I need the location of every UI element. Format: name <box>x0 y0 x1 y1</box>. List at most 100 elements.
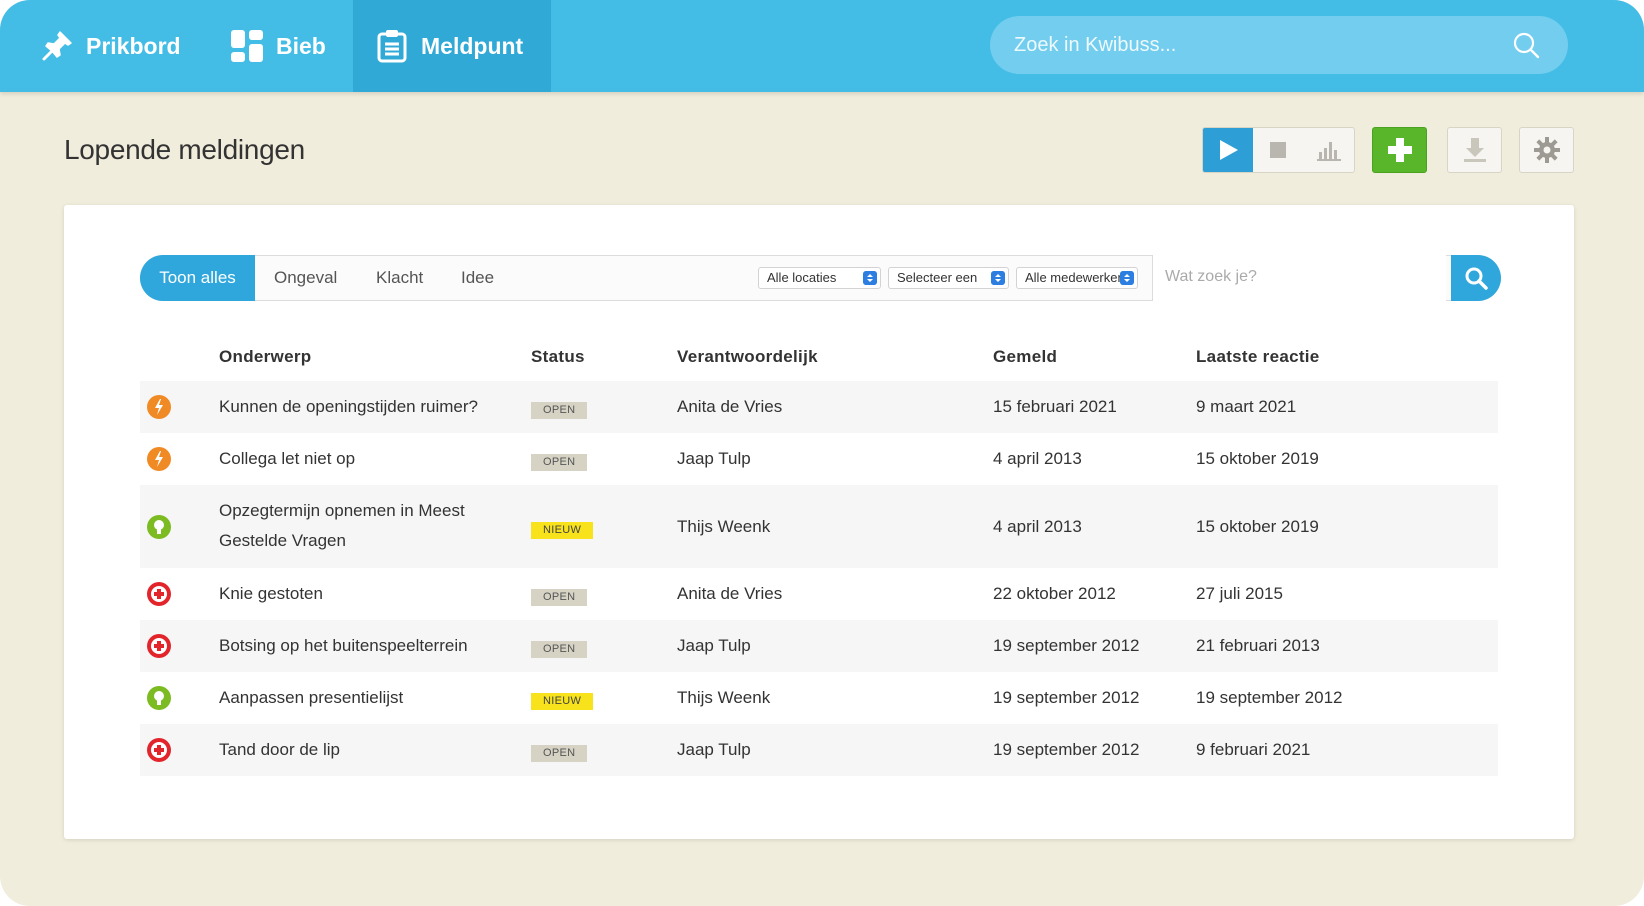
filter-search <box>1152 255 1446 301</box>
row-reported-date: 4 april 2013 <box>993 449 1082 468</box>
row-subject[interactable]: Tand door de lip <box>219 735 509 765</box>
row-responsible: Jaap Tulp <box>677 636 751 655</box>
row-subject[interactable]: Opzegtermijn opnemen in Meest Gestelde V… <box>219 496 509 556</box>
table-row[interactable]: Botsing op het buitenspeelterrein OPEN Jaa… <box>140 620 1498 672</box>
status-badge-cell: OPEN <box>531 741 588 762</box>
accident-cross-icon <box>146 737 172 763</box>
search-icon <box>1465 267 1488 290</box>
status-badge-cell: NIEUW <box>531 518 594 539</box>
status-badge: NIEUW <box>531 521 594 539</box>
top-navigation-bar: Prikbord Bieb Meldpunt <box>0 0 1644 92</box>
accident-cross-icon <box>146 633 172 659</box>
app-frame: Prikbord Bieb Meldpunt Zoek in Kwibuss..… <box>0 0 1644 906</box>
filter-bar: Toon alles Ongeval Klacht Idee Alle loca… <box>140 255 1501 301</box>
download-icon <box>1463 138 1486 162</box>
row-reported-date: 4 april 2013 <box>993 516 1082 536</box>
status-badge-cell: OPEN <box>531 450 588 471</box>
download-button[interactable] <box>1447 127 1502 173</box>
table-row[interactable]: Tand door de lip OPEN Jaap Tulp 19 septembe… <box>140 724 1498 776</box>
location-select[interactable]: Alle locaties <box>758 267 881 289</box>
settings-button[interactable] <box>1519 127 1574 173</box>
nav-label-bieb: Bieb <box>276 32 326 59</box>
row-subject[interactable]: Collega let niet op <box>219 444 509 474</box>
complaint-icon <box>146 394 172 420</box>
play-icon <box>1220 140 1239 160</box>
column-header-status[interactable]: Status <box>531 347 585 367</box>
grid-icon <box>231 30 263 62</box>
status-badge-cell: OPEN <box>531 398 588 419</box>
reports-card: Toon alles Ongeval Klacht Idee Alle loca… <box>64 205 1574 839</box>
table-row[interactable]: Collega let niet op OPEN Jaap Tulp 4 april … <box>140 433 1498 485</box>
status-badge: OPEN <box>531 641 588 658</box>
bar-chart-icon <box>1316 142 1341 161</box>
complaint-icon <box>146 446 172 472</box>
status-badge-cell: OPEN <box>531 637 588 658</box>
row-last-reaction: 9 februari 2021 <box>1196 740 1311 759</box>
type-select[interactable]: Selecteer een <box>888 267 1009 289</box>
table-header: Onderwerp Status Verantwoordelijk Gemeld… <box>140 335 1498 381</box>
row-last-reaction: 21 februari 2013 <box>1196 636 1320 655</box>
search-icon[interactable] <box>1512 31 1540 59</box>
table-row[interactable]: Aanpassen presentielijst NIEUW Thijs Weenk… <box>140 672 1498 724</box>
row-subject[interactable]: Kunnen de openingstijden ruimer? <box>219 392 509 422</box>
row-last-reaction: 19 september 2012 <box>1196 688 1343 707</box>
tab-ongeval[interactable]: Ongeval <box>274 255 337 301</box>
row-subject[interactable]: Aanpassen presentielijst <box>219 683 509 713</box>
status-badge: OPEN <box>531 402 588 419</box>
row-last-reaction: 27 juli 2015 <box>1196 584 1283 603</box>
row-subject[interactable]: Knie gestoten <box>219 579 509 609</box>
row-subject[interactable]: Botsing op het buitenspeelterrein <box>219 631 509 661</box>
view-closed-button[interactable] <box>1253 128 1303 172</box>
global-search-input[interactable] <box>1014 16 1494 74</box>
idea-bulb-icon <box>146 685 172 711</box>
accident-cross-icon <box>146 581 172 607</box>
nav-item-bieb[interactable]: Bieb <box>230 0 350 92</box>
row-responsible: Jaap Tulp <box>677 740 751 759</box>
row-reported-date: 19 september 2012 <box>993 636 1140 655</box>
row-reported-date: 19 september 2012 <box>993 740 1140 759</box>
status-badge: OPEN <box>531 454 588 471</box>
view-active-button[interactable] <box>1203 128 1254 172</box>
row-responsible: Anita de Vries <box>677 584 783 603</box>
column-header-onderwerp[interactable]: Onderwerp <box>219 347 311 367</box>
table-row[interactable]: Kunnen de openingstijden ruimer? OPEN Anit… <box>140 381 1498 433</box>
tab-toon-alles[interactable]: Toon alles <box>140 255 255 301</box>
row-last-reaction: 15 oktober 2019 <box>1196 516 1319 536</box>
row-reported-date: 22 oktober 2012 <box>993 584 1116 603</box>
tab-klacht[interactable]: Klacht <box>376 255 423 301</box>
row-responsible: Thijs Weenk <box>677 688 771 707</box>
row-responsible: Jaap Tulp <box>677 449 751 468</box>
location-select-value: Alle locaties <box>767 270 837 285</box>
table-row[interactable]: Opzegtermijn opnemen in Meest Gestelde V… <box>140 485 1498 568</box>
clipboard-icon <box>377 30 407 63</box>
pushpin-icon <box>42 31 72 61</box>
row-reported-date: 19 september 2012 <box>993 688 1140 707</box>
status-badge-cell: NIEUW <box>531 689 594 710</box>
status-badge: OPEN <box>531 589 588 606</box>
row-responsible: Thijs Weenk <box>677 516 771 536</box>
type-select-value: Selecteer een <box>897 270 978 285</box>
status-badge-cell: OPEN <box>531 585 588 606</box>
row-responsible: Anita de Vries <box>677 397 783 416</box>
filter-search-button[interactable] <box>1451 255 1501 301</box>
tab-idee[interactable]: Idee <box>461 255 494 301</box>
nav-item-meldpunt[interactable]: Meldpunt <box>353 0 551 92</box>
filter-search-input[interactable] <box>1153 255 1446 299</box>
table-body: Kunnen de openingstijden ruimer? OPEN Anit… <box>140 381 1498 776</box>
row-reported-date: 15 februari 2021 <box>993 397 1117 416</box>
add-report-button[interactable] <box>1372 127 1427 173</box>
row-last-reaction: 9 maart 2021 <box>1196 397 1297 416</box>
select-arrows-icon <box>1120 271 1134 285</box>
row-last-reaction: 15 oktober 2019 <box>1196 449 1319 468</box>
employee-select[interactable]: Alle medewerkers <box>1016 267 1138 289</box>
column-header-verantwoordelijk[interactable]: Verantwoordelijk <box>677 347 818 367</box>
idea-bulb-icon <box>146 514 172 540</box>
column-header-laatste-reactie[interactable]: Laatste reactie <box>1196 347 1320 367</box>
reports-table: Onderwerp Status Verantwoordelijk Gemeld… <box>140 335 1498 776</box>
column-header-gemeld[interactable]: Gemeld <box>993 347 1057 367</box>
nav-item-prikbord[interactable]: Prikbord <box>40 0 200 92</box>
table-row[interactable]: Knie gestoten OPEN Anita de Vries 22 oktobe… <box>140 568 1498 620</box>
status-badge: OPEN <box>531 745 588 762</box>
view-stats-button[interactable] <box>1304 128 1354 172</box>
gear-icon <box>1533 137 1560 163</box>
